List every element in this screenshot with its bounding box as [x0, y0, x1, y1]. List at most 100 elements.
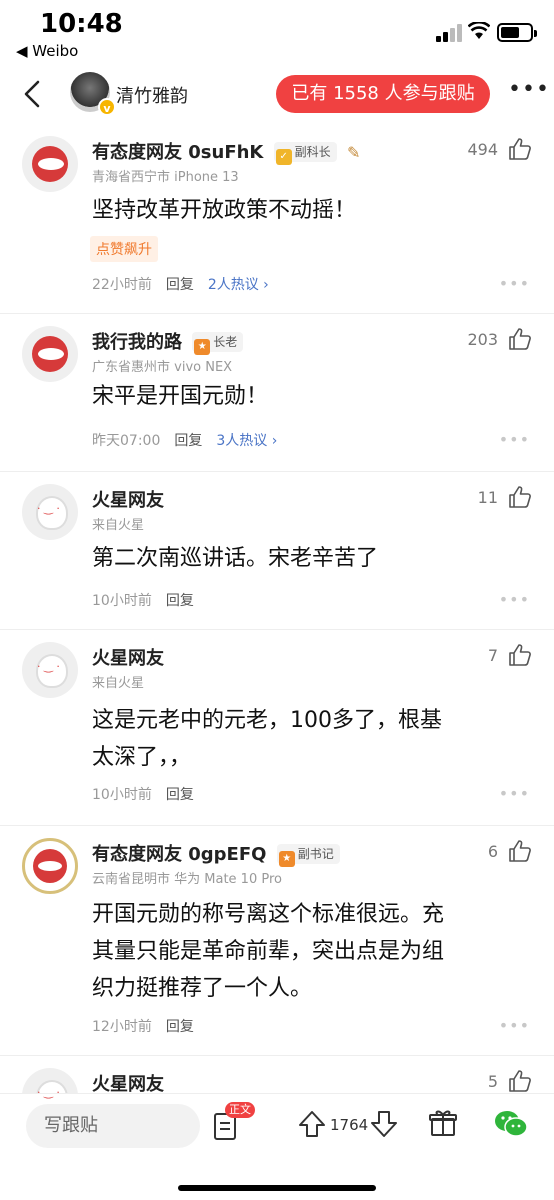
comment-text-line: 这是元老中的元老，100多了，根基 — [92, 708, 442, 733]
comment-time: 昨天07:00 — [92, 433, 161, 449]
reply-button[interactable]: 回复 — [174, 433, 202, 449]
commenter-name-line: 我行我的路 ★ 长老 — [92, 328, 244, 355]
commenter-avatar[interactable] — [22, 326, 78, 382]
comment-text-line: 太深了，， — [92, 745, 192, 770]
comment-meta: 12小时前 回复 — [92, 1016, 194, 1036]
commenter-name-line: 有态度网友 0suFhK ✓ 副科长 ✎ — [92, 138, 361, 165]
shield-icon: ✓ — [275, 149, 292, 165]
discussion-link[interactable]: 2人热议 › — [208, 277, 269, 293]
comment-more-icon[interactable]: ••• — [499, 274, 530, 293]
like-count: 203 — [467, 330, 498, 349]
pen-icon: ✎ — [346, 143, 361, 162]
back-arrow-icon[interactable] — [20, 78, 48, 110]
commenter-location: 来自火星 — [92, 676, 145, 691]
like-count: 11 — [477, 488, 498, 507]
commenter-name[interactable]: 有态度网友 0suFhK — [92, 142, 263, 163]
comment-item: 我行我的路 ★ 长老 广东省惠州市 vivo NEX 203 宋平是开国元勋！ 昨… — [0, 314, 554, 472]
comment-text: 宋平是开国元勋！ — [92, 384, 269, 409]
comment-item: 有态度网友 0suFhK ✓ 副科长 ✎ 青海省西宁市 iPhone 13 494… — [0, 124, 554, 314]
bottom-action-bar: 写跟贴 正文 1764 — [0, 1093, 554, 1200]
commenter-name[interactable]: 火星网友 — [92, 490, 164, 511]
commenter-location: 来自火星 — [92, 518, 145, 533]
comment-text: 这是元老中的元老，100多了，根基 太深了，， — [92, 702, 512, 776]
wechat-share-icon[interactable] — [494, 1108, 528, 1140]
write-reply-input[interactable]: 写跟贴 — [26, 1104, 200, 1148]
thumbs-up-icon[interactable] — [508, 327, 532, 351]
comment-time: 22小时前 — [92, 277, 152, 293]
comment-text: 坚持改革开放政策不动摇！ — [92, 198, 357, 223]
comment-more-icon[interactable]: ••• — [499, 590, 530, 609]
thumbs-up-icon[interactable] — [508, 643, 532, 667]
thumbs-up-icon[interactable] — [508, 839, 532, 863]
author-avatar[interactable]: v — [70, 72, 116, 116]
rank-badge: ✓ 副科长 — [273, 142, 337, 165]
comment-more-icon[interactable]: ••• — [499, 1016, 530, 1035]
commenter-name[interactable]: 我行我的路 — [92, 332, 182, 353]
status-bar: 10:48 ◀ Weibo — [0, 0, 554, 66]
thumbs-up-icon[interactable] — [508, 1069, 532, 1093]
author-name[interactable]: 清竹雅韵 — [116, 82, 188, 108]
comment-text-line: 开国元勋的称号离这个标准很远。充 — [92, 902, 445, 927]
home-indicator — [178, 1185, 376, 1191]
like-count: 6 — [487, 842, 498, 861]
reply-button[interactable]: 回复 — [166, 593, 194, 609]
commenter-name-line: 火星网友 — [92, 486, 164, 512]
wifi-icon — [468, 22, 490, 39]
comment-meta: 22小时前 回复 2人热议 › — [92, 274, 269, 294]
back-to-app-link[interactable]: ◀ Weibo — [16, 42, 78, 60]
commenter-name-line: 有态度网友 0gpEFQ ★ 副书记 — [92, 840, 340, 867]
join-thread-button[interactable]: 已有 1558 人参与跟贴 — [276, 75, 490, 113]
downvote-icon[interactable] — [370, 1109, 398, 1139]
commenter-avatar[interactable] — [22, 136, 78, 192]
like-count: 494 — [467, 140, 498, 159]
commenter-name[interactable]: 火星网友 — [92, 1074, 164, 1095]
comment-text-line: 其量只能是革命前辈，突出点是为组 — [92, 939, 445, 964]
comment-time: 10小时前 — [92, 787, 152, 803]
signal-icon — [436, 22, 464, 42]
commenter-location: 青海省西宁市 iPhone 13 — [92, 170, 239, 185]
commenter-location: 广东省惠州市 vivo NEX — [92, 360, 233, 375]
comment-text-line: 织力挺推荐了一个人。 — [92, 976, 313, 1001]
commenter-name[interactable]: 有态度网友 0gpEFQ — [92, 844, 266, 865]
rank-label: 副科长 — [294, 145, 331, 159]
comment-more-icon[interactable]: ••• — [499, 430, 530, 449]
article-badge: 正文 — [225, 1102, 255, 1118]
commenter-avatar[interactable] — [22, 642, 78, 698]
comment-time: 10小时前 — [92, 593, 152, 609]
verified-badge-icon: v — [98, 98, 116, 116]
comment-more-icon[interactable]: ••• — [499, 784, 530, 803]
reply-button[interactable]: 回复 — [166, 277, 194, 293]
commenter-avatar[interactable] — [22, 484, 78, 540]
like-count: 5 — [487, 1072, 498, 1091]
comment-item: 火星网友 来自火星 11 第二次南巡讲话。宋老辛苦了 10小时前回复 ••• — [0, 472, 554, 630]
more-options-icon[interactable]: ••• — [508, 79, 549, 106]
rank-badge: ★ 长老 — [192, 332, 244, 355]
thumbs-up-icon[interactable] — [508, 485, 532, 509]
rank-badge: ★ 副书记 — [276, 844, 340, 867]
commenter-location: 云南省昆明市 华为 Mate 10 Pro — [92, 872, 282, 887]
star-icon: ★ — [278, 851, 295, 867]
comment-text: 开国元勋的称号离这个标准很远。充 其量只能是革命前辈，突出点是为组 织力挺推荐了… — [92, 896, 512, 1007]
thumbs-up-icon[interactable] — [508, 137, 532, 161]
like-count: 7 — [487, 646, 498, 665]
commenter-name[interactable]: 火星网友 — [92, 648, 164, 669]
star-icon: ★ — [194, 339, 211, 355]
discussion-link[interactable]: 3人热议 › — [216, 433, 277, 449]
reply-button[interactable]: 回复 — [166, 1019, 194, 1035]
battery-icon — [497, 23, 537, 42]
post-header: v 清竹雅韵 已有 1558 人参与跟贴 ••• — [0, 66, 554, 124]
rank-label: 长老 — [213, 335, 238, 349]
gift-icon[interactable] — [428, 1108, 458, 1138]
status-time: 10:48 — [40, 9, 123, 39]
reply-button[interactable]: 回复 — [166, 787, 194, 803]
rank-label: 副书记 — [297, 847, 334, 861]
commenter-name-line: 火星网友 — [92, 644, 164, 670]
upvote-icon[interactable] — [298, 1109, 326, 1139]
commenter-avatar[interactable] — [22, 838, 78, 894]
comment-item: 火星网友 来自火星 7 这是元老中的元老，100多了，根基 太深了，， 10小时… — [0, 630, 554, 826]
comment-time: 12小时前 — [92, 1019, 152, 1035]
comment-text: 第二次南巡讲话。宋老辛苦了 — [92, 546, 379, 571]
trending-tag: 点赞飙升 — [90, 236, 158, 262]
comment-item: 有态度网友 0gpEFQ ★ 副书记 云南省昆明市 华为 Mate 10 Pro … — [0, 826, 554, 1056]
comment-meta: 10小时前 回复 — [92, 590, 194, 610]
